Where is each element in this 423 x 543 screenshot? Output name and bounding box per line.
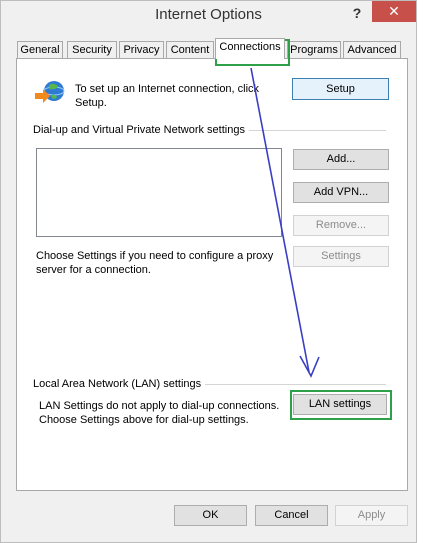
help-button[interactable]: ?	[346, 3, 368, 23]
add-button[interactable]: Add...	[293, 149, 389, 170]
title-bar: Internet Options ? ✕	[1, 1, 416, 31]
network-globe-icon	[35, 81, 65, 103]
tab-security[interactable]: Security	[67, 41, 117, 58]
close-button[interactable]: ✕	[372, 1, 416, 22]
tab-programs[interactable]: Programs	[287, 41, 341, 58]
remove-button[interactable]: Remove...	[293, 215, 389, 236]
add-vpn-button[interactable]: Add VPN...	[293, 182, 389, 203]
tab-privacy[interactable]: Privacy	[119, 41, 164, 58]
tab-content[interactable]: Content	[166, 41, 214, 58]
tab-general[interactable]: General	[17, 41, 63, 58]
cancel-button[interactable]: Cancel	[255, 505, 328, 526]
lan-description: LAN Settings do not apply to dial-up con…	[39, 400, 280, 426]
setup-button[interactable]: Setup	[292, 78, 389, 100]
internet-options-window: Internet Options ? ✕ General Security Pr…	[0, 0, 417, 543]
connections-listbox[interactable]	[36, 148, 282, 237]
ok-button[interactable]: OK	[174, 505, 247, 526]
apply-button[interactable]: Apply	[335, 505, 408, 526]
tab-advanced[interactable]: Advanced	[343, 41, 401, 58]
setup-description: To set up an Internet connection, click …	[75, 83, 260, 109]
lan-settings-highlight	[290, 390, 392, 420]
proxy-settings-description: Choose Settings if you need to configure…	[36, 250, 274, 276]
tab-connections[interactable]: Connections	[215, 38, 285, 59]
dialup-group-label: Dial-up and Virtual Private Network sett…	[33, 124, 249, 136]
lan-group-label: Local Area Network (LAN) settings	[33, 378, 206, 390]
settings-button[interactable]: Settings	[293, 246, 389, 267]
